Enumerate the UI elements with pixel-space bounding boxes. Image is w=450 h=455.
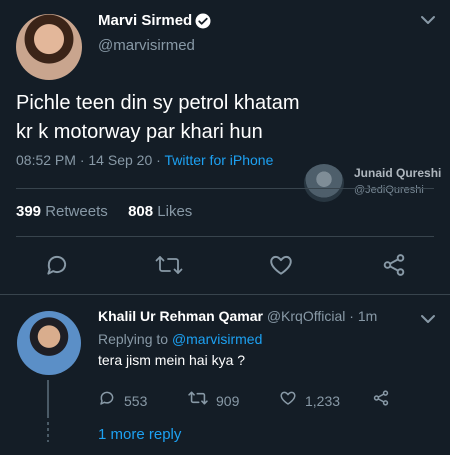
verified-badge-icon <box>194 12 212 35</box>
thread-dots <box>47 422 49 442</box>
like-icon[interactable] <box>268 252 294 278</box>
meta-separator: · <box>79 152 85 168</box>
replying-to-handle[interactable]: @marvisirmed <box>172 331 262 347</box>
meta-separator: · <box>156 152 161 168</box>
share-icon[interactable] <box>381 252 407 278</box>
author-handle[interactable]: @marvisirmed <box>98 37 195 54</box>
tweet-source-link[interactable]: Twitter for iPhone <box>164 152 273 168</box>
retweets-count: 399 <box>16 203 42 220</box>
reply-reply-button[interactable]: 553 <box>98 389 147 412</box>
reply-replies-count: 553 <box>124 392 148 409</box>
reply-separator: · <box>349 308 354 324</box>
retweet-icon[interactable] <box>155 252 183 278</box>
tweet-time: 08:52 PM <box>16 152 76 168</box>
retweets-label: Retweets <box>45 203 108 220</box>
like-icon <box>279 389 297 412</box>
divider <box>0 294 450 295</box>
reply-header: Khalil Ur Rehman Qamar @KrqOfficial · 1m <box>98 308 377 324</box>
reply-share-button[interactable] <box>372 389 390 412</box>
watermark-name: Junaid Qureshi <box>354 166 442 180</box>
reply-chevron-down-icon[interactable] <box>419 312 437 326</box>
tweet-date: 14 Sep 20 <box>88 152 153 168</box>
retweet-icon <box>188 389 208 412</box>
replying-to: Replying to @marvisirmed <box>98 331 262 347</box>
author-name[interactable]: Marvi Sirmed <box>98 12 192 29</box>
chevron-down-icon[interactable] <box>419 13 437 27</box>
watermark-avatar <box>304 164 344 202</box>
share-icon <box>372 390 390 411</box>
reply-age: 1m <box>357 308 378 324</box>
reply-retweet-button[interactable]: 909 <box>188 389 239 412</box>
more-replies-link[interactable]: 1 more reply <box>98 426 181 443</box>
reply-likes-count: 1,233 <box>305 392 341 409</box>
reply-text: tera jism mein hai kya ? <box>98 352 246 368</box>
thread-line <box>47 380 49 418</box>
divider <box>16 236 434 237</box>
likes-label: Likes <box>157 203 193 220</box>
reply-icon[interactable] <box>44 252 70 278</box>
tweet-text: Pichle teen din sy petrol khatam kr k mo… <box>16 92 300 143</box>
reply-author-avatar[interactable] <box>17 311 81 375</box>
tweet-meta: 08:52 PM · 14 Sep 20 · Twitter for iPhon… <box>16 152 273 168</box>
likes-count: 808 <box>128 203 154 220</box>
reply-like-button[interactable]: 1,233 <box>279 389 340 412</box>
retweets-stat[interactable]: 399 Retweets <box>16 203 112 220</box>
likes-stat[interactable]: 808 Likes <box>128 203 192 220</box>
reply-author-handle[interactable]: @KrqOfficial <box>267 308 346 324</box>
reply-author-name[interactable]: Khalil Ur Rehman Qamar <box>98 308 263 324</box>
watermark-handle: @JediQureshi <box>354 184 424 196</box>
tweet-stats: 399 Retweets 808 Likes <box>16 203 192 220</box>
replying-to-label: Replying to <box>98 331 169 347</box>
author-avatar[interactable] <box>16 14 82 80</box>
reply-icon <box>98 389 116 412</box>
divider <box>16 188 434 189</box>
reply-retweets-count: 909 <box>216 392 240 409</box>
reply-actions: 553 909 1,233 <box>98 389 418 411</box>
